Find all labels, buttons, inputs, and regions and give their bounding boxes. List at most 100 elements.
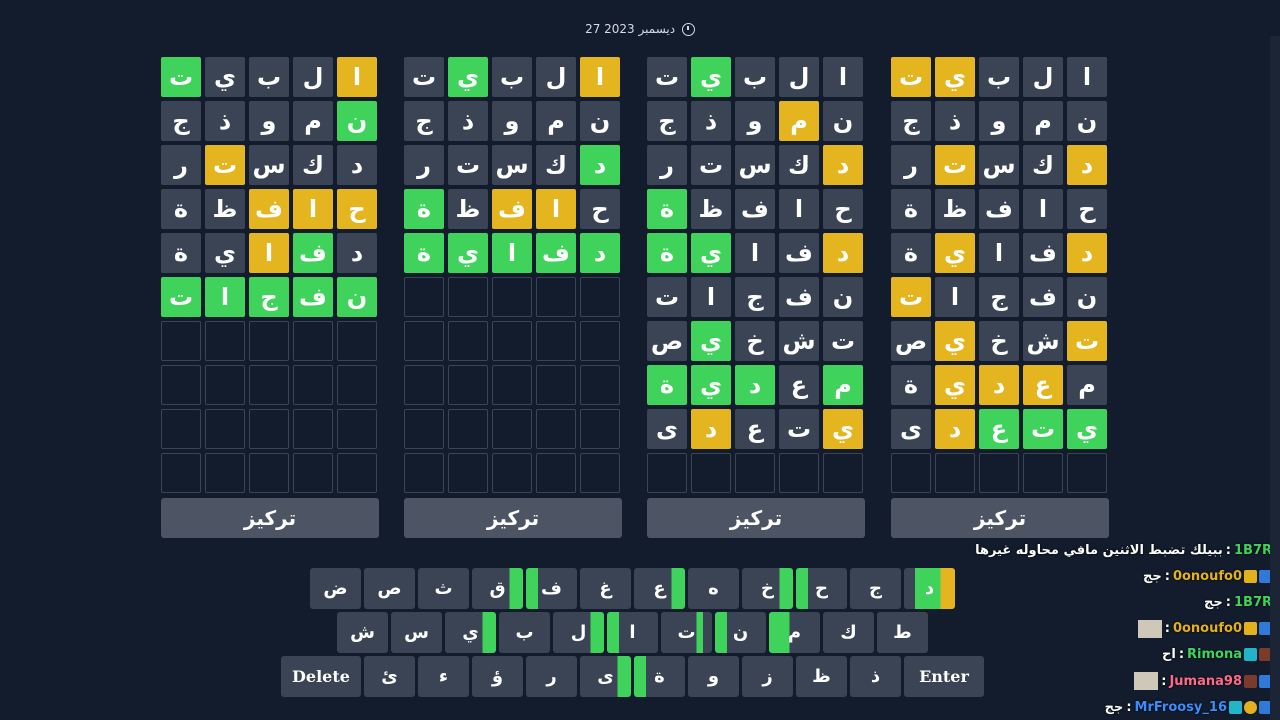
- chat-message: جج: MrFroosy_16: [1010, 694, 1272, 720]
- chat-username[interactable]: 0onoufo0: [1173, 621, 1242, 636]
- letter-tile: ي: [935, 57, 975, 97]
- letter-tile: د: [979, 365, 1019, 405]
- delete-key[interactable]: Delete: [281, 656, 361, 697]
- keyboard-key[interactable]: ض: [310, 568, 361, 609]
- letter-tile: ي: [691, 57, 731, 97]
- keyboard-key[interactable]: ه: [688, 568, 739, 609]
- keyboard-key[interactable]: ع: [634, 568, 685, 609]
- keyboard-key[interactable]: ش: [337, 612, 388, 653]
- letter-tile: ح: [337, 189, 377, 229]
- empty-tile: [536, 365, 576, 405]
- letter-tile: ك: [536, 145, 576, 185]
- letter-tile: س: [735, 145, 775, 185]
- letter-tile: ص: [647, 321, 687, 361]
- bits-badge-icon: [1244, 700, 1257, 714]
- letter-tile: ن: [337, 101, 377, 141]
- letter-tile: ت: [823, 321, 863, 361]
- keyboard-key[interactable]: ئ: [364, 656, 415, 697]
- empty-tile: [979, 453, 1019, 493]
- empty-tile: [536, 453, 576, 493]
- keyboard-key[interactable]: ى: [580, 656, 631, 697]
- letter-tile: ش: [1023, 321, 1063, 361]
- focus-button[interactable]: تركيز: [161, 498, 379, 538]
- empty-tile: [249, 321, 289, 361]
- empty-tile: [536, 277, 576, 317]
- letter-tile: ع: [979, 409, 1019, 449]
- letter-tile: د: [823, 145, 863, 185]
- letter-tile: ل: [293, 57, 333, 97]
- chat-text: جج: [1142, 568, 1162, 584]
- chat-username[interactable]: 1B7R: [1234, 543, 1272, 558]
- keyboard-key[interactable]: غ: [580, 568, 631, 609]
- board-1: تيبلاجذومنرتسكدةظفاحةيافدتاجفن تركيز: [161, 57, 379, 538]
- focus-button[interactable]: تركيز: [647, 498, 865, 538]
- keyboard-key[interactable]: ظ: [796, 656, 847, 697]
- letter-tile: ت: [891, 277, 931, 317]
- letter-tile: ا: [293, 189, 333, 229]
- letter-tile: ت: [647, 277, 687, 317]
- keyboard-key[interactable]: ب: [499, 612, 550, 653]
- empty-tile: [404, 321, 444, 361]
- letter-tile: ت: [205, 145, 245, 185]
- keyboard-key[interactable]: ج: [850, 568, 901, 609]
- letter-tile: د: [691, 409, 731, 449]
- empty-tile: [404, 277, 444, 317]
- chat-username[interactable]: Rimona: [1187, 647, 1242, 662]
- empty-tile: [691, 453, 731, 493]
- empty-tile: [205, 453, 245, 493]
- keyboard-key[interactable]: ل: [553, 612, 604, 653]
- letter-tile: ع: [779, 365, 819, 405]
- letter-tile: ة: [161, 189, 201, 229]
- focus-button[interactable]: تركيز: [404, 498, 622, 538]
- keyboard-key[interactable]: ز: [742, 656, 793, 697]
- keyboard-key[interactable]: ي: [445, 612, 496, 653]
- letter-tile: ا: [1067, 57, 1107, 97]
- keyboard-key[interactable]: د: [904, 568, 955, 609]
- stream-chat-overlay: ببيلك تضبط الاثنين مافي محاوله غيرها:1B7…: [975, 537, 1272, 720]
- keyboard-key[interactable]: ؤ: [472, 656, 523, 697]
- letter-tile: م: [536, 101, 576, 141]
- keyboard-key[interactable]: ن: [715, 612, 766, 653]
- keyboard-key[interactable]: ذ: [850, 656, 901, 697]
- keyboard-row-2: شسيبلاتنمكط: [337, 612, 989, 653]
- scrollbar[interactable]: [1270, 36, 1280, 720]
- letter-tile: ف: [293, 233, 333, 273]
- keyboard-key[interactable]: ر: [526, 656, 577, 697]
- keyboard-key[interactable]: ق: [472, 568, 523, 609]
- empty-tile: [492, 365, 532, 405]
- keyboard-key[interactable]: ث: [418, 568, 469, 609]
- empty-tile: [935, 453, 975, 493]
- letter-tile: ب: [249, 57, 289, 97]
- keyboard-key[interactable]: و: [688, 656, 739, 697]
- empty-tile: [580, 365, 620, 405]
- chat-username[interactable]: 1B7R: [1234, 595, 1272, 610]
- keyboard-key[interactable]: ت: [661, 612, 712, 653]
- empty-tile: [580, 453, 620, 493]
- chat-username[interactable]: Jumana98: [1169, 674, 1242, 689]
- keyboard-key[interactable]: ء: [418, 656, 469, 697]
- chat-username[interactable]: MrFroosy_16: [1135, 700, 1227, 715]
- letter-tile: خ: [735, 321, 775, 361]
- empty-tile: [779, 453, 819, 493]
- crown-badge-icon: [1244, 569, 1257, 583]
- keyboard-key[interactable]: م: [769, 612, 820, 653]
- letter-tile: ف: [293, 277, 333, 317]
- keyboard-key[interactable]: س: [391, 612, 442, 653]
- letter-tile: ج: [249, 277, 289, 317]
- enter-key[interactable]: Enter: [904, 656, 984, 697]
- keyboard-key[interactable]: ص: [364, 568, 415, 609]
- chat-username[interactable]: 0onoufo0: [1173, 569, 1242, 584]
- keyboard-key[interactable]: خ: [742, 568, 793, 609]
- letter-tile: ا: [691, 277, 731, 317]
- empty-tile: [580, 321, 620, 361]
- letter-tile: ة: [647, 233, 687, 273]
- keyboard-key[interactable]: ا: [607, 612, 658, 653]
- keyboard-key[interactable]: ف: [526, 568, 577, 609]
- keyboard-key[interactable]: ط: [877, 612, 928, 653]
- keyboard-key[interactable]: ح: [796, 568, 847, 609]
- chat-separator: :: [1126, 699, 1132, 715]
- keyboard-key[interactable]: ك: [823, 612, 874, 653]
- letter-tile: ى: [647, 409, 687, 449]
- focus-button[interactable]: تركيز: [891, 498, 1109, 538]
- keyboard-key[interactable]: ة: [634, 656, 685, 697]
